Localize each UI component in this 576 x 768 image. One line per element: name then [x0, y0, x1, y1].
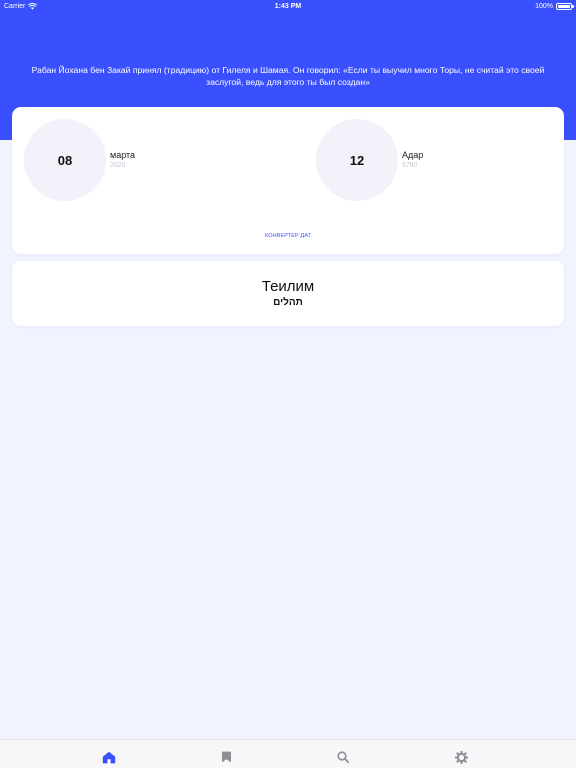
hebrew-day: 12 — [316, 119, 398, 201]
hebrew-date: 12 Адар 5780 — [316, 119, 423, 201]
status-bar: Carrier 1:43 PM 100% — [0, 0, 576, 12]
hebrew-month: Адар — [402, 150, 424, 160]
gregorian-month-year: марта 2020 — [110, 150, 135, 170]
tab-bar — [0, 739, 576, 768]
gear-icon — [454, 750, 468, 764]
bookmark-icon — [221, 751, 231, 763]
gregorian-month: марта — [110, 150, 136, 160]
home-icon — [102, 751, 116, 763]
battery-percent: 100% — [535, 2, 553, 10]
carrier-label: Carrier — [4, 2, 26, 10]
tehillim-card[interactable]: Теилим תהלים — [12, 261, 564, 326]
gregorian-year: 2020 — [110, 162, 126, 169]
gregorian-date: 08 марта 2020 — [24, 119, 135, 201]
tab-search[interactable] — [335, 749, 351, 765]
tehillim-title: Теилим — [261, 278, 315, 295]
tehillim-subtitle: תהלים — [273, 297, 303, 308]
status-right: 100% — [535, 2, 574, 10]
tab-bookmarks[interactable] — [218, 749, 234, 765]
battery-level — [558, 4, 570, 8]
hebrew-year: 5780 — [402, 162, 418, 169]
date-converter-link[interactable]: Конвертер дат — [12, 233, 564, 239]
tab-settings[interactable] — [453, 749, 469, 765]
tab-home[interactable] — [101, 749, 117, 765]
status-time: 1:43 PM — [274, 2, 302, 10]
hebrew-month-year: Адар 5780 — [402, 150, 423, 170]
date-card: 08 марта 2020 12 Адар 5780 Конвертер дат — [12, 107, 564, 254]
status-left: Carrier — [4, 2, 38, 10]
battery-icon — [556, 2, 574, 10]
gregorian-day: 08 — [24, 119, 106, 201]
search-icon — [337, 751, 349, 763]
daily-quote: Рабан Йохана бен Закай принял (традицию)… — [31, 65, 545, 87]
wifi-icon — [28, 2, 38, 9]
